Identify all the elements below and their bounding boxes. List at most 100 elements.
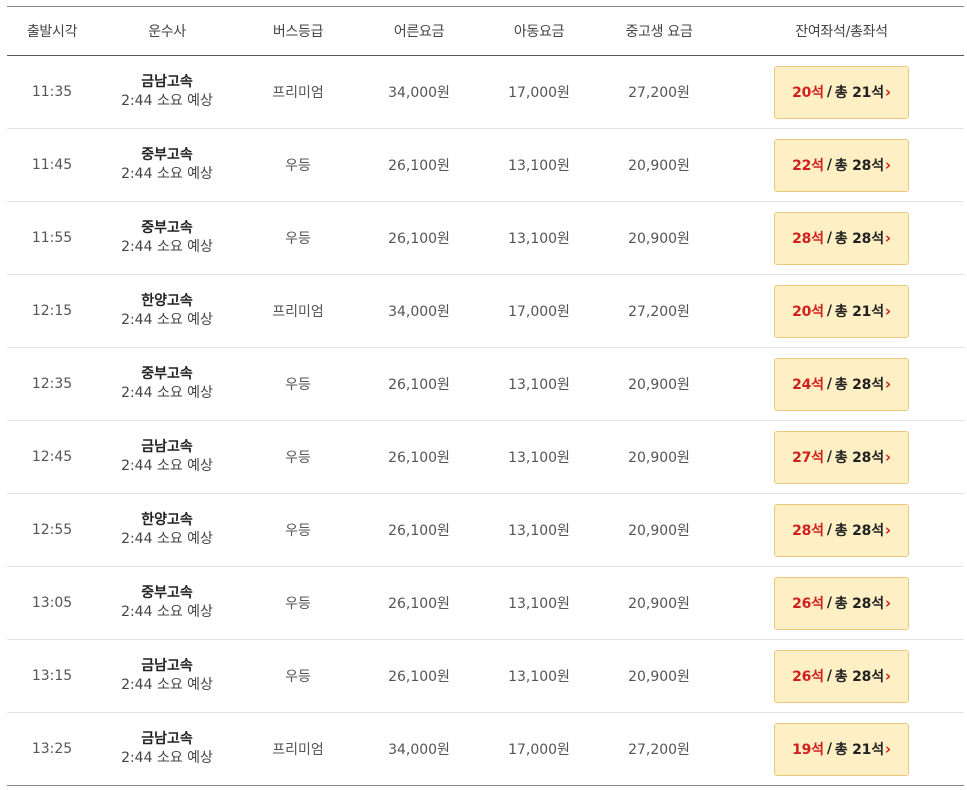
company-name: 금남고속 [141, 439, 193, 455]
select-seat-button[interactable]: 20석 / 총 21석 › [774, 284, 909, 338]
company-cell: 금남고속 2:44 소요 예상 [97, 657, 237, 695]
remaining-seats: 19석 [792, 742, 824, 758]
company-name: 한양고속 [141, 293, 193, 309]
bus-grade: 우등 [285, 596, 311, 612]
select-seat-button[interactable]: 26석 / 총 28석 › [774, 576, 909, 630]
estimated-duration: 2:44 소요 예상 [121, 604, 213, 620]
seat-separator: / [826, 449, 832, 465]
student-fare: 20,900원 [628, 669, 690, 685]
chevron-right-icon: › [884, 302, 891, 320]
remaining-seats: 24석 [792, 377, 824, 393]
total-seats: 총 28석 [834, 596, 884, 612]
table-row: 13:05 중부고속 2:44 소요 예상 우등 26,100원 13,100원 20,90… [7, 567, 964, 640]
estimated-duration: 2:44 소요 예상 [121, 93, 213, 109]
company-name: 중부고속 [141, 585, 193, 601]
select-seat-button[interactable]: 22석 / 총 28석 › [774, 138, 909, 192]
bus-grade: 프리미엄 [272, 304, 324, 320]
student-fare: 27,200원 [628, 742, 690, 758]
seat-separator: / [826, 668, 832, 684]
table-row: 12:45 금남고속 2:44 소요 예상 우등 26,100원 13,100원 20,90… [7, 421, 964, 494]
departure-time: 11:55 [31, 230, 73, 246]
seat-separator: / [826, 84, 832, 100]
adult-fare: 26,100원 [388, 523, 450, 539]
header-child-fare: 아동요금 [513, 24, 565, 40]
bus-grade: 우등 [285, 231, 311, 247]
bus-schedule-table: 출발시각 운수사 버스등급 어른요금 아동요금 중고생 요금 잔여좌석/총좌석 … [7, 6, 964, 786]
child-fare: 13,100원 [508, 158, 570, 174]
chevron-right-icon: › [884, 375, 891, 393]
student-fare: 20,900원 [628, 231, 690, 247]
remaining-seats: 27석 [792, 450, 824, 466]
remaining-seats: 22석 [792, 158, 824, 174]
seat-separator: / [826, 157, 832, 173]
estimated-duration: 2:44 소요 예상 [121, 677, 213, 693]
company-cell: 한양고속 2:44 소요 예상 [97, 511, 237, 549]
table-row: 13:15 금남고속 2:44 소요 예상 우등 26,100원 13,100원 20,90… [7, 640, 964, 713]
seat-separator: / [826, 522, 832, 538]
child-fare: 13,100원 [508, 377, 570, 393]
seat-separator: / [826, 303, 832, 319]
total-seats: 총 28석 [834, 231, 884, 247]
chevron-right-icon: › [884, 229, 891, 247]
seat-separator: / [826, 230, 832, 246]
header-seats: 잔여좌석/총좌석 [795, 24, 888, 40]
company-name: 중부고속 [141, 220, 193, 236]
bus-grade: 프리미엄 [272, 85, 324, 101]
seat-cell: 24석 / 총 28석 › [719, 357, 964, 411]
table-row: 12:35 중부고속 2:44 소요 예상 우등 26,100원 13,100원 20,90… [7, 348, 964, 421]
seat-cell: 26석 / 총 28석 › [719, 576, 964, 630]
adult-fare: 34,000원 [388, 304, 450, 320]
adult-fare: 26,100원 [388, 450, 450, 466]
select-seat-button[interactable]: 19석 / 총 21석 › [774, 722, 909, 776]
company-name: 중부고속 [141, 147, 193, 163]
company-cell: 한양고속 2:44 소요 예상 [97, 292, 237, 330]
remaining-seats: 28석 [792, 231, 824, 247]
child-fare: 17,000원 [508, 304, 570, 320]
estimated-duration: 2:44 소요 예상 [121, 312, 213, 328]
select-seat-button[interactable]: 26석 / 총 28석 › [774, 649, 909, 703]
departure-time: 13:25 [31, 741, 73, 757]
departure-time: 12:45 [31, 449, 73, 465]
select-seat-button[interactable]: 20석 / 총 21석 › [774, 65, 909, 119]
company-name: 금남고속 [141, 731, 193, 747]
departure-time: 12:35 [31, 376, 73, 392]
total-seats: 총 21석 [834, 85, 884, 101]
remaining-seats: 28석 [792, 523, 824, 539]
bus-grade: 우등 [285, 523, 311, 539]
student-fare: 20,900원 [628, 450, 690, 466]
select-seat-button[interactable]: 28석 / 총 28석 › [774, 211, 909, 265]
student-fare: 27,200원 [628, 304, 690, 320]
seat-cell: 19석 / 총 21석 › [719, 722, 964, 776]
company-cell: 중부고속 2:44 소요 예상 [97, 365, 237, 403]
select-seat-button[interactable]: 28석 / 총 28석 › [774, 503, 909, 557]
chevron-right-icon: › [884, 521, 891, 539]
company-cell: 중부고속 2:44 소요 예상 [97, 584, 237, 622]
child-fare: 17,000원 [508, 85, 570, 101]
company-name: 금남고속 [141, 74, 193, 90]
departure-time: 12:15 [31, 303, 73, 319]
seat-cell: 20석 / 총 21석 › [719, 284, 964, 338]
bus-grade: 우등 [285, 450, 311, 466]
company-cell: 금남고속 2:44 소요 예상 [97, 438, 237, 476]
student-fare: 20,900원 [628, 523, 690, 539]
chevron-right-icon: › [884, 83, 891, 101]
chevron-right-icon: › [884, 740, 891, 758]
select-seat-button[interactable]: 24석 / 총 28석 › [774, 357, 909, 411]
departure-time: 12:55 [31, 522, 73, 538]
total-seats: 총 28석 [834, 669, 884, 685]
seat-cell: 27석 / 총 28석 › [719, 430, 964, 484]
company-cell: 금남고속 2:44 소요 예상 [97, 73, 237, 111]
child-fare: 17,000원 [508, 742, 570, 758]
total-seats: 총 28석 [834, 450, 884, 466]
child-fare: 13,100원 [508, 669, 570, 685]
child-fare: 13,100원 [508, 450, 570, 466]
total-seats: 총 21석 [834, 742, 884, 758]
adult-fare: 26,100원 [388, 231, 450, 247]
company-name: 금남고속 [141, 658, 193, 674]
child-fare: 13,100원 [508, 596, 570, 612]
student-fare: 20,900원 [628, 158, 690, 174]
departure-time: 13:05 [31, 595, 73, 611]
table-header: 출발시각 운수사 버스등급 어른요금 아동요금 중고생 요금 잔여좌석/총좌석 [7, 7, 964, 56]
seat-separator: / [826, 741, 832, 757]
select-seat-button[interactable]: 27석 / 총 28석 › [774, 430, 909, 484]
